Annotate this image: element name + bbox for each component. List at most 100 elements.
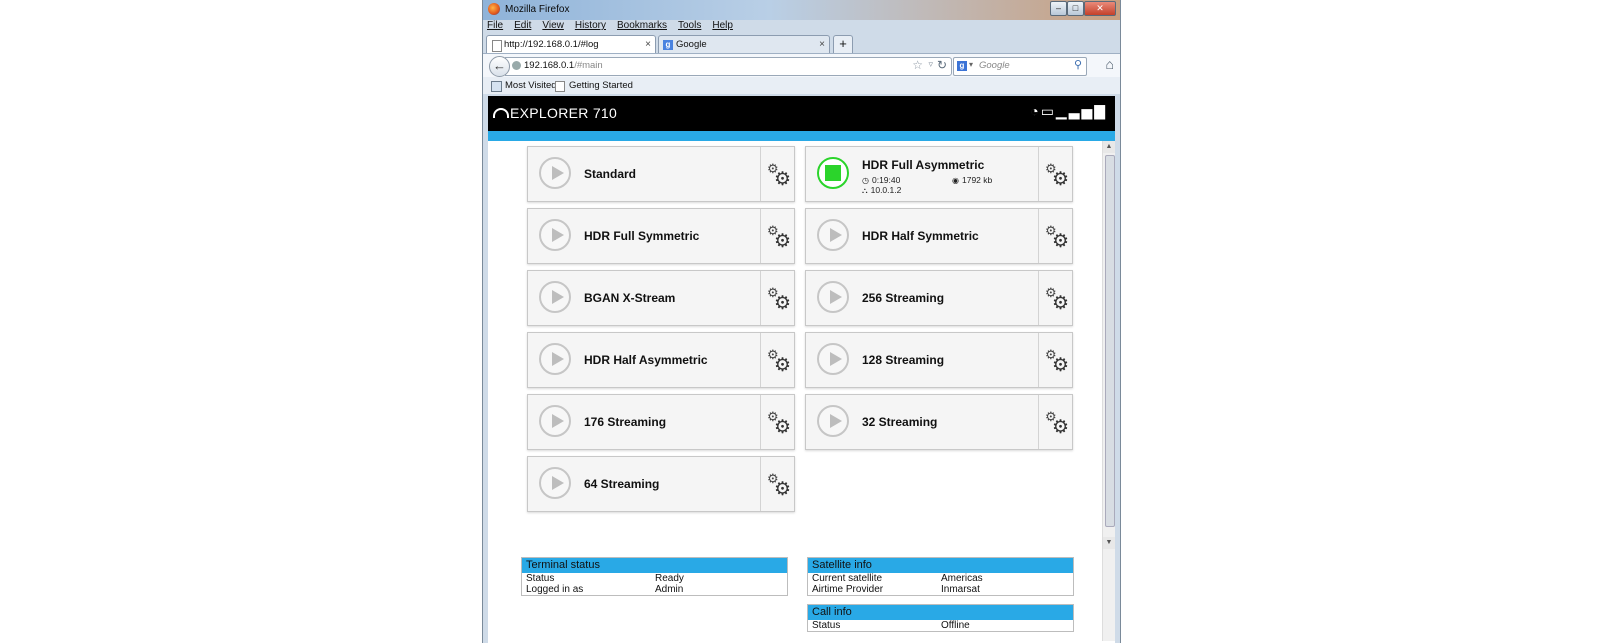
settings-gear-icon[interactable]: ⚙ ⚙ (1038, 209, 1072, 263)
scroll-thumb[interactable] (1105, 155, 1115, 527)
info-row: Status Ready (526, 573, 684, 584)
profile-label: HDR Half Asymmetric (584, 353, 708, 367)
tab-close-icon[interactable]: × (819, 36, 825, 54)
settings-gear-icon[interactable]: ⚙ ⚙ (760, 271, 794, 325)
new-tab-button[interactable]: + (833, 35, 853, 53)
play-icon[interactable] (539, 219, 571, 251)
menu-view[interactable]: View (541, 20, 565, 34)
settings-gear-icon[interactable]: ⚙ ⚙ (1038, 147, 1072, 201)
bookmark-getting-started[interactable]: Getting Started (569, 80, 633, 91)
terminal-status-panel: Terminal status Status Ready Logged in as… (521, 557, 788, 596)
reload-icon[interactable]: ↻ (937, 58, 947, 72)
stop-icon[interactable] (817, 157, 849, 189)
menu-help[interactable]: Help (711, 20, 734, 34)
clock-icon: ◷ (862, 176, 869, 185)
satellite-info-panel: Satellite info Current satellite Americas… (807, 557, 1074, 596)
profile-card-256-streaming[interactable]: 256 Streaming ⚙ ⚙ (805, 270, 1073, 326)
close-window-button[interactable]: ✕ (1084, 1, 1116, 16)
search-placeholder: Google (979, 60, 1010, 71)
window-titlebar: Mozilla Firefox – □ ✕ (483, 0, 1120, 20)
info-row: Airtime Provider Inmarsat (812, 584, 980, 595)
profile-label: 32 Streaming (862, 415, 938, 429)
info-row: Status Offline (812, 620, 970, 631)
profile-card-hdr-full-symmetric[interactable]: HDR Full Symmetric ⚙ ⚙ (527, 208, 795, 264)
profile-label: 176 Streaming (584, 415, 667, 429)
play-icon[interactable] (539, 157, 571, 189)
speedometer-icon (493, 108, 509, 118)
profile-card-32-streaming[interactable]: 32 Streaming ⚙ ⚙ (805, 394, 1073, 450)
minimize-button[interactable]: – (1050, 1, 1067, 16)
bookmark-most-visited[interactable]: Most Visited (505, 80, 557, 91)
play-icon[interactable] (817, 219, 849, 251)
menu-bookmarks[interactable]: Bookmarks (616, 20, 668, 34)
accent-bar (488, 131, 1115, 141)
panel-title: Call info (808, 605, 1073, 620)
menu-tools[interactable]: Tools (677, 20, 702, 34)
settings-gear-icon[interactable]: ⚙ ⚙ (1038, 271, 1072, 325)
session-data: ◉ 1792 kb (952, 175, 993, 185)
scroll-down-icon[interactable]: ▼ (1103, 537, 1115, 549)
profile-label: Standard (584, 167, 637, 181)
app-header: EXPLORER 710 ◔▭▁▃▅▇ (488, 96, 1115, 131)
play-icon[interactable] (817, 343, 849, 375)
tab-google[interactable]: g Google × (658, 35, 830, 53)
page-content: EXPLORER 710 ◔▭▁▃▅▇ ▲ ▼ Standard ⚙ ⚙ HDR … (488, 96, 1115, 643)
search-bar[interactable]: g ▾ Google ⚲ (953, 57, 1087, 76)
signal-icon: ▁▃▅▇ (1055, 103, 1107, 119)
profile-card-176-streaming[interactable]: 176 Streaming ⚙ ⚙ (527, 394, 795, 450)
profile-label: BGAN X-Stream (584, 291, 676, 305)
scrollbar[interactable]: ▲ ▼ (1102, 141, 1115, 641)
tab-strip: http://192.168.0.1/#log × g Google × + (486, 35, 1117, 53)
call-info-panel: Call info Status Offline (807, 604, 1074, 632)
profile-card-128-streaming[interactable]: 128 Streaming ⚙ ⚙ (805, 332, 1073, 388)
scroll-up-icon[interactable]: ▲ (1103, 141, 1115, 153)
play-icon[interactable] (539, 281, 571, 313)
url-bar[interactable]: 192.168.0.1/#main ☆ ▿ ↻ (505, 57, 952, 76)
profile-card-hdr-full-asymmetric[interactable]: HDR Full Asymmetric ◷ 0:19:40 ◉ 1792 kb ⛬ 1… (805, 146, 1073, 202)
data-usage-icon: ◉ (952, 176, 959, 185)
profile-card-bgan-x-stream[interactable]: BGAN X-Stream ⚙ ⚙ (527, 270, 795, 326)
bookmark-star-icon[interactable]: ☆ (912, 58, 923, 72)
profile-label: 128 Streaming (862, 353, 945, 367)
tab-close-icon[interactable]: × (645, 36, 651, 54)
profile-card-standard[interactable]: Standard ⚙ ⚙ (527, 146, 795, 202)
tab-log[interactable]: http://192.168.0.1/#log × (486, 35, 656, 53)
search-icon[interactable]: ⚲ (1074, 58, 1082, 71)
play-icon[interactable] (817, 405, 849, 437)
settings-gear-icon[interactable]: ⚙ ⚙ (760, 209, 794, 263)
settings-gear-icon[interactable]: ⚙ ⚙ (760, 457, 794, 511)
menu-history[interactable]: History (574, 20, 607, 34)
play-icon[interactable] (539, 405, 571, 437)
tab-label: http://192.168.0.1/#log (504, 39, 599, 50)
settings-gear-icon[interactable]: ⚙ ⚙ (1038, 395, 1072, 449)
search-engine-dropdown-icon[interactable]: ▾ (969, 60, 973, 69)
settings-gear-icon[interactable]: ⚙ ⚙ (760, 333, 794, 387)
browser-window: Mozilla Firefox – □ ✕ File Edit View His… (482, 0, 1121, 643)
session-duration: ◷ 0:19:40 (862, 175, 901, 185)
play-icon[interactable] (539, 467, 571, 499)
profile-label: HDR Full Symmetric (584, 229, 700, 243)
profile-card-hdr-half-asymmetric[interactable]: HDR Half Asymmetric ⚙ ⚙ (527, 332, 795, 388)
profile-label: 64 Streaming (584, 477, 660, 491)
site-identity-icon (512, 61, 521, 70)
battery-icon: ▭ (1040, 103, 1056, 119)
menu-edit[interactable]: Edit (513, 20, 532, 34)
profile-card-64-streaming[interactable]: 64 Streaming ⚙ ⚙ (527, 456, 795, 512)
play-icon[interactable] (539, 343, 571, 375)
settings-gear-icon[interactable]: ⚙ ⚙ (1038, 333, 1072, 387)
search-engine-icon[interactable]: g (957, 61, 967, 71)
play-icon[interactable] (817, 281, 849, 313)
firefox-logo-icon (488, 3, 500, 15)
settings-gear-icon[interactable]: ⚙ ⚙ (760, 395, 794, 449)
back-button[interactable]: ← (489, 56, 510, 77)
profile-label: HDR Half Symmetric (862, 229, 979, 243)
home-icon[interactable]: ⌂ (1106, 56, 1114, 72)
app-title: EXPLORER 710 (510, 105, 618, 121)
url-dropdown-icon[interactable]: ▿ (928, 59, 933, 70)
session-ip: ⛬ 10.0.1.2 (862, 185, 902, 195)
status-icons: ◔▭▁▃▅▇ (1030, 103, 1107, 120)
settings-gear-icon[interactable]: ⚙ ⚙ (760, 147, 794, 201)
maximize-button[interactable]: □ (1067, 1, 1084, 16)
menu-file[interactable]: File (486, 20, 504, 34)
profile-card-hdr-half-symmetric[interactable]: HDR Half Symmetric ⚙ ⚙ (805, 208, 1073, 264)
